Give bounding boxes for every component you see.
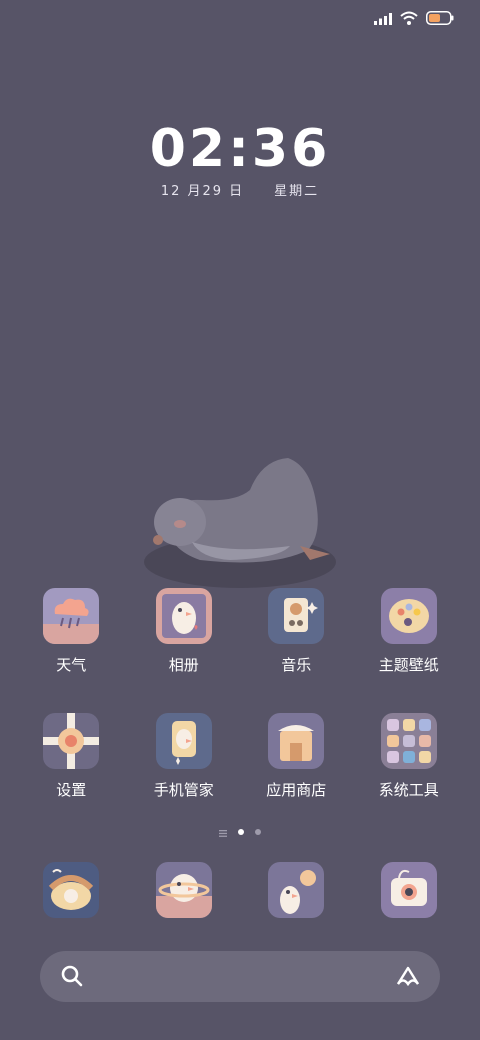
app-label: 应用商店 (266, 781, 327, 799)
wifi-icon (400, 10, 418, 29)
clock-widget[interactable]: 02:36 12 月29 日 星期二 (0, 120, 480, 199)
clock-time: 02:36 (149, 119, 331, 179)
app-label: 主题壁纸 (378, 656, 439, 674)
security-icon (155, 713, 212, 769)
page-dot-1[interactable] (238, 828, 244, 835)
phone-icon (43, 862, 100, 918)
assistant-icon[interactable] (394, 964, 422, 992)
dock-app-phone[interactable] (15, 862, 128, 922)
search-bar[interactable] (40, 951, 440, 1002)
app-label: 音乐 (281, 656, 312, 674)
app-settings[interactable]: 设置 (15, 713, 128, 838)
app-grid: 天气 相册 音乐 主题壁纸 设置 手机管家 应用商店 系统工具 (15, 588, 465, 838)
gallery-icon (155, 588, 212, 644)
app-themes[interactable]: 主题壁纸 (353, 588, 466, 713)
clock-date: 12 月29 日 (160, 184, 245, 199)
dock-app-messages[interactable] (240, 862, 353, 922)
battery-icon (426, 10, 454, 29)
signal-icon (374, 10, 392, 29)
app-label: 系统工具 (378, 781, 439, 799)
app-gallery[interactable]: 相册 (128, 588, 241, 713)
app-system-tools-folder[interactable]: 系统工具 (353, 713, 466, 838)
page-dot-2[interactable] (255, 828, 261, 835)
messages-icon (268, 862, 325, 918)
app-label: 设置 (56, 781, 87, 799)
music-icon (268, 588, 325, 644)
browser-icon (155, 862, 212, 918)
system-tools-folder-icon (380, 713, 437, 769)
app-label: 天气 (56, 656, 87, 674)
app-label: 手机管家 (153, 781, 214, 799)
themes-icon (380, 588, 437, 644)
dock-app-camera[interactable] (353, 862, 466, 922)
dock (15, 862, 465, 922)
page-indicator[interactable] (0, 822, 480, 841)
app-music[interactable]: 音乐 (240, 588, 353, 713)
app-label: 相册 (168, 656, 199, 674)
search-icon[interactable] (60, 964, 84, 992)
camera-icon (380, 862, 437, 918)
weather-icon (43, 588, 100, 644)
settings-icon (43, 713, 100, 769)
status-bar (374, 10, 454, 29)
app-security[interactable]: 手机管家 (128, 713, 241, 838)
app-store-icon (268, 713, 325, 769)
wallpaper-penguin (140, 450, 340, 594)
page-list-icon (219, 822, 227, 841)
app-store[interactable]: 应用商店 (240, 713, 353, 838)
dock-app-browser[interactable] (128, 862, 241, 922)
app-weather[interactable]: 天气 (15, 588, 128, 713)
clock-weekday: 星期二 (274, 184, 320, 199)
